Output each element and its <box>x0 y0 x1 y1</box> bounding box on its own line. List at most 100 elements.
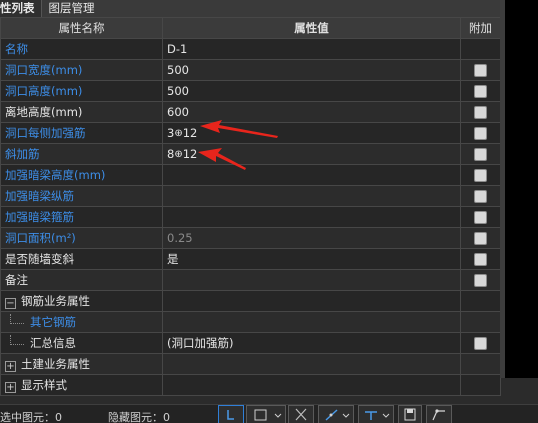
line-icon <box>325 409 350 421</box>
hidden-count: 隐藏图元：0 <box>108 411 170 423</box>
snap-polyline-button[interactable] <box>426 405 452 423</box>
property-name: 汇总信息 <box>0 332 163 354</box>
property-value[interactable] <box>162 206 461 228</box>
add-cell <box>460 374 501 396</box>
table-row[interactable]: 加强暗梁箍筋 <box>0 206 501 228</box>
snap-save-button[interactable] <box>398 405 422 423</box>
property-value <box>162 290 461 312</box>
add-cell <box>460 290 501 312</box>
table-row[interactable]: 加强暗梁高度(mm) <box>0 164 501 186</box>
property-value[interactable]: (洞口加强筋) <box>162 332 461 354</box>
table-row[interactable]: 名称 D-1 <box>0 38 501 60</box>
annotation-arrow-icon <box>198 148 246 170</box>
snap-cross-button[interactable] <box>288 405 314 423</box>
selected-count: 选中图元：0 <box>0 411 62 423</box>
add-cell <box>460 101 501 123</box>
add-checkbox[interactable] <box>474 63 487 77</box>
corner-icon <box>254 409 282 421</box>
property-value[interactable]: 500 <box>162 80 461 102</box>
tab-property-list[interactable]: 性列表 <box>0 0 42 17</box>
collapse-icon[interactable]: − <box>5 298 16 309</box>
table-row[interactable]: 洞口面积(m²) 0.25 <box>0 227 501 249</box>
group-label: 土建业务属性 <box>21 357 90 371</box>
property-name: 备注 <box>0 269 163 291</box>
rebar-diameter: 12 <box>182 126 198 140</box>
status-bar: 选中图元：0 隐藏图元：0 <box>0 404 538 423</box>
header-add[interactable]: 附加 <box>460 17 501 39</box>
table-row[interactable]: 其它钢筋 <box>0 311 501 333</box>
rebar-grade-icon: ⊕ <box>174 128 183 139</box>
property-value[interactable] <box>162 185 461 207</box>
property-name: 其它钢筋 <box>0 311 163 333</box>
drawing-area[interactable] <box>505 0 538 378</box>
group-label: 显示样式 <box>21 378 67 392</box>
property-value[interactable]: 是 <box>162 248 461 270</box>
property-value[interactable]: D-1 <box>162 38 461 60</box>
add-cell <box>460 185 501 207</box>
table-row[interactable]: 洞口高度(mm) 500 <box>0 80 501 102</box>
add-cell <box>460 227 501 249</box>
add-checkbox[interactable] <box>474 147 487 161</box>
tree-connector <box>10 335 24 345</box>
snap-line-button[interactable] <box>318 405 354 423</box>
snap-endpoint-button[interactable] <box>218 405 244 423</box>
property-name: + 土建业务属性 <box>0 353 163 375</box>
tab-layer-management[interactable]: 图层管理 <box>42 0 101 17</box>
add-checkbox[interactable] <box>474 126 487 140</box>
property-grid: 属性名称 属性值 附加 名称 D-1 洞口宽度(mm) 500 洞口高度(mm)… <box>0 17 501 396</box>
add-checkbox[interactable] <box>474 336 487 350</box>
property-value[interactable] <box>162 311 461 333</box>
property-name: 洞口宽度(mm) <box>0 59 163 81</box>
table-row[interactable]: 是否随墙变斜 是 <box>0 248 501 270</box>
snap-perpendicular-button[interactable] <box>358 405 394 423</box>
add-cell <box>460 206 501 228</box>
add-cell <box>460 332 501 354</box>
add-checkbox[interactable] <box>474 105 487 119</box>
table-row[interactable]: 备注 <box>0 269 501 291</box>
add-cell <box>460 143 501 165</box>
table-row[interactable]: 斜加筋 8⊕12 <box>0 143 501 165</box>
add-checkbox[interactable] <box>474 168 487 182</box>
property-value: 0.25 <box>162 227 461 249</box>
property-name: + 显示样式 <box>0 374 163 396</box>
header-property-name[interactable]: 属性名称 <box>0 17 163 39</box>
add-checkbox[interactable] <box>474 252 487 266</box>
add-cell <box>460 311 501 333</box>
tree-connector <box>10 314 24 324</box>
group-label: 钢筋业务属性 <box>21 294 90 308</box>
table-row[interactable]: 洞口宽度(mm) 500 <box>0 59 501 81</box>
property-name: − 钢筋业务属性 <box>0 290 163 312</box>
cross-icon <box>295 408 307 421</box>
tree-group-civil[interactable]: + 土建业务属性 <box>0 353 501 375</box>
property-value[interactable] <box>162 269 461 291</box>
property-name: 洞口面积(m²) <box>0 227 163 249</box>
property-name: 是否随墙变斜 <box>0 248 163 270</box>
property-name: 洞口每侧加强筋 <box>0 122 163 144</box>
add-checkbox[interactable] <box>474 210 487 224</box>
property-value <box>162 374 461 396</box>
property-name: 洞口高度(mm) <box>0 80 163 102</box>
rebar-grade-icon: ⊕ <box>174 149 183 160</box>
property-name: 离地高度(mm) <box>0 101 163 123</box>
snap-corner-button[interactable] <box>246 405 286 423</box>
add-checkbox[interactable] <box>474 273 487 287</box>
expand-icon[interactable]: + <box>5 382 16 393</box>
tree-group-rebar[interactable]: − 钢筋业务属性 <box>0 290 501 312</box>
add-checkbox[interactable] <box>474 189 487 203</box>
header-property-value[interactable]: 属性值 <box>162 17 461 39</box>
add-cell <box>460 164 501 186</box>
tree-group-display[interactable]: + 显示样式 <box>0 374 501 396</box>
tree-item-label: 汇总信息 <box>30 336 76 350</box>
property-value[interactable]: 500 <box>162 59 461 81</box>
expand-icon[interactable]: + <box>5 361 16 372</box>
grid-header: 属性名称 属性值 附加 <box>0 17 501 39</box>
annotation-arrow-icon <box>200 120 278 138</box>
property-name: 斜加筋 <box>0 143 163 165</box>
add-cell <box>460 59 501 81</box>
add-cell <box>460 80 501 102</box>
table-row[interactable]: 加强暗梁纵筋 <box>0 185 501 207</box>
add-checkbox[interactable] <box>474 231 487 245</box>
add-checkbox[interactable] <box>474 84 487 98</box>
property-name: 名称 <box>0 38 163 60</box>
table-row[interactable]: 汇总信息 (洞口加强筋) <box>0 332 501 354</box>
